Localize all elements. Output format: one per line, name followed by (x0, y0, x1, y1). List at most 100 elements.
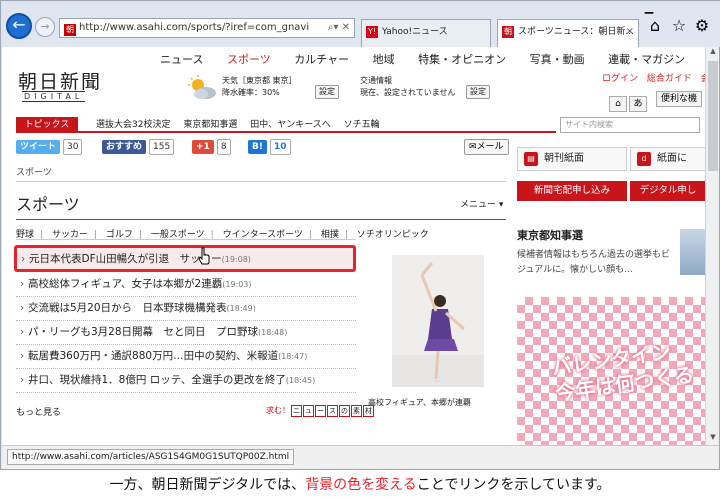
gnav-item[interactable]: 写真・動画 (530, 53, 585, 66)
topic-link[interactable]: 東京都知事選 (183, 120, 237, 130)
tweet-button[interactable]: ツイート (16, 140, 61, 154)
tweet-share[interactable]: ツイート 30 (16, 139, 83, 155)
facebook-share[interactable]: おすすめ 155 (102, 139, 175, 155)
valentine-ad-banner[interactable]: バレンタイン 今年は何つくる (517, 297, 705, 445)
delivery-signup-button[interactable]: 新聞宅配申し込み (517, 181, 627, 201)
home-icon[interactable]: ⌂ (644, 15, 666, 37)
digital-signup-button[interactable]: デジタル申し (630, 181, 705, 201)
news-title: 井口、現状維持1．8億円 ロッテ、全選手の更改を終了 (28, 374, 286, 386)
weather-info: 天気［東京都 東京］ 降水確率：30% (222, 75, 297, 99)
topic-link[interactable]: 選抜大会32校決定 (96, 120, 170, 130)
news-item[interactable]: 高校総体フィギュア、女子は本郷が2連覇(19:03) (16, 273, 356, 297)
address-bar[interactable]: 朝 http://www.asahi.com/sports/?iref=com_g… (59, 18, 355, 38)
favorites-star-icon[interactable]: ☆ (668, 15, 690, 37)
close-tab-icon[interactable]: × (626, 20, 634, 44)
useful-features-button[interactable]: 便利な機 (656, 91, 703, 107)
sidebar-section-title[interactable]: 東京都知事選 (517, 227, 583, 243)
must-read-label: 求む！ (266, 406, 290, 415)
news-time: (18:47) (278, 352, 308, 361)
news-item-highlighted[interactable]: 元日本代表DF山田暢久が引退 サッカー(19:08) (14, 245, 356, 272)
hatena-share[interactable]: B! 10 (248, 139, 291, 155)
home-mini-icon[interactable]: ⌂ (609, 96, 627, 112)
news-title: 高校総体フィギュア、女子は本郷が2連覇 (28, 278, 223, 290)
news-time: (18:45) (285, 376, 316, 385)
mini-icon-group: ⌂ あ (609, 91, 649, 112)
news-time: (19:08) (221, 255, 251, 264)
morning-paper-label: 朝刊紙面 (544, 153, 584, 164)
login-link[interactable]: ログイン (602, 74, 638, 84)
news-time: (18:48) (258, 328, 288, 337)
breadcrumb[interactable]: スポーツ (16, 165, 52, 178)
must-box: ュ (303, 405, 314, 417)
scroll-up-icon[interactable]: ▲ (706, 47, 720, 59)
browser-window: ▁ ← → 朝 http://www.asahi.com/sports/?iref… (0, 0, 720, 470)
traffic-settings-button[interactable]: 設定 (466, 85, 490, 99)
divider (16, 239, 356, 240)
figure-skater-photo[interactable] (392, 255, 484, 387)
divider (16, 219, 506, 220)
tab-label: Yahoo!ニュース (382, 27, 448, 37)
news-item[interactable]: 井口、現状維持1．8億円 ロッテ、全選手の更改を終了(18:45) (16, 369, 356, 393)
tab-label: スポーツニュース：朝日新... (518, 27, 634, 37)
global-nav: ニュース スポーツ カルチャー 地域 特集・オピニオン 写真・動画 連載・マガジ… (160, 51, 705, 67)
gnav-item[interactable]: カルチャー (294, 53, 349, 66)
weather-sun-cloud-icon (188, 75, 216, 99)
yahoo-tab-icon: Y! (366, 26, 378, 38)
site-search-input[interactable]: サイト内検索 (560, 117, 700, 133)
weather-title: 天気［東京都 東京］ (222, 76, 297, 85)
guide-link[interactable]: 総合ガイド (647, 74, 692, 84)
facebook-count: 155 (149, 139, 175, 155)
gnav-item[interactable]: 連載・マガジン (608, 53, 685, 66)
hatena-button[interactable]: B! (248, 140, 267, 154)
subnav-item[interactable]: ソチオリンピック (357, 230, 429, 240)
hatena-count: 10 (269, 139, 291, 155)
gplus-share[interactable]: +1 8 (192, 139, 231, 155)
newspaper-icon: ▤ (524, 152, 538, 166)
mail-button[interactable]: ✉メール (464, 139, 509, 155)
divider (16, 181, 506, 182)
status-bar: http://www.asahi.com/articles/ASG1S4GM0G… (2, 445, 719, 469)
site-logo[interactable]: 朝日新聞 (18, 67, 102, 94)
must-box: 材 (363, 405, 374, 417)
site-logo-sub: DIGITAL (22, 91, 86, 102)
news-item[interactable]: 転居費360万円・通訳880万円…田中の契約、米報道(18:47) (16, 345, 356, 369)
gnav-item[interactable]: 特集・オピニオン (418, 53, 506, 66)
tab-asahi[interactable]: 朝 スポーツニュース：朝日新... × (497, 19, 639, 47)
facebook-button[interactable]: おすすめ (102, 140, 147, 154)
topics-list: 選抜大会32校決定 東京都知事選 田中、ヤンキースへ ソチ五輪 (96, 117, 390, 133)
news-title: 転居費360万円・通訳880万円…田中の契約、米報道 (28, 350, 279, 362)
topic-link[interactable]: 田中、ヤンキースへ (250, 120, 331, 130)
text-size-icon[interactable]: あ (629, 96, 647, 112)
topic-link[interactable]: ソチ五輪 (344, 120, 380, 130)
must-box: の (339, 405, 350, 417)
morning-paper-button[interactable]: ▤ 朝刊紙面 (517, 147, 627, 171)
weather-settings-button[interactable]: 設定 (315, 85, 339, 99)
news-item[interactable]: 交流戦は5月20日から 日本野球機構発表(18:49) (16, 297, 356, 321)
news-title: パ・リーグも3月28日開幕 セと同日 プロ野球 (28, 326, 259, 338)
news-item[interactable]: パ・リーグも3月28日開幕 セと同日 プロ野球(18:48) (16, 321, 356, 345)
gnav-item[interactable]: 地域 (373, 53, 395, 66)
tab-yahoo[interactable]: Y! Yahoo!ニュース (361, 19, 491, 47)
back-button[interactable]: ← (6, 13, 32, 39)
search-refresh-icons[interactable]: ⌕▾ ✕ (328, 19, 350, 37)
gnav-item[interactable]: ニュース (160, 53, 203, 66)
scroll-down-icon[interactable]: ▼ (706, 433, 720, 445)
digital-d-icon: d (637, 152, 651, 166)
election-thumbnail[interactable] (680, 229, 705, 275)
scroll-thumb[interactable] (708, 61, 718, 171)
more-link[interactable]: もっと見る (16, 405, 61, 418)
digital-paper-button[interactable]: d 紙面に (630, 147, 705, 171)
tweet-count: 30 (63, 139, 83, 155)
must-read-banner[interactable]: 求む！ニュースの素材 (266, 405, 374, 417)
forward-button[interactable]: → (35, 17, 55, 37)
gplus-button[interactable]: +1 (192, 140, 214, 154)
caption-highlight: 背景の色を変える (305, 477, 417, 493)
vertical-scrollbar[interactable]: ▲ ▼ (705, 47, 719, 445)
gnav-item-active[interactable]: スポーツ (227, 53, 271, 66)
gplus-count: 8 (216, 139, 231, 155)
ad-text: バレンタイン 今年は何つくる (550, 336, 695, 407)
must-box: 素 (351, 405, 362, 417)
settings-gear-icon[interactable]: ⚙ (691, 15, 713, 37)
page-title: スポーツ (16, 195, 80, 214)
menu-dropdown[interactable]: メニュー ▾ (460, 197, 503, 210)
